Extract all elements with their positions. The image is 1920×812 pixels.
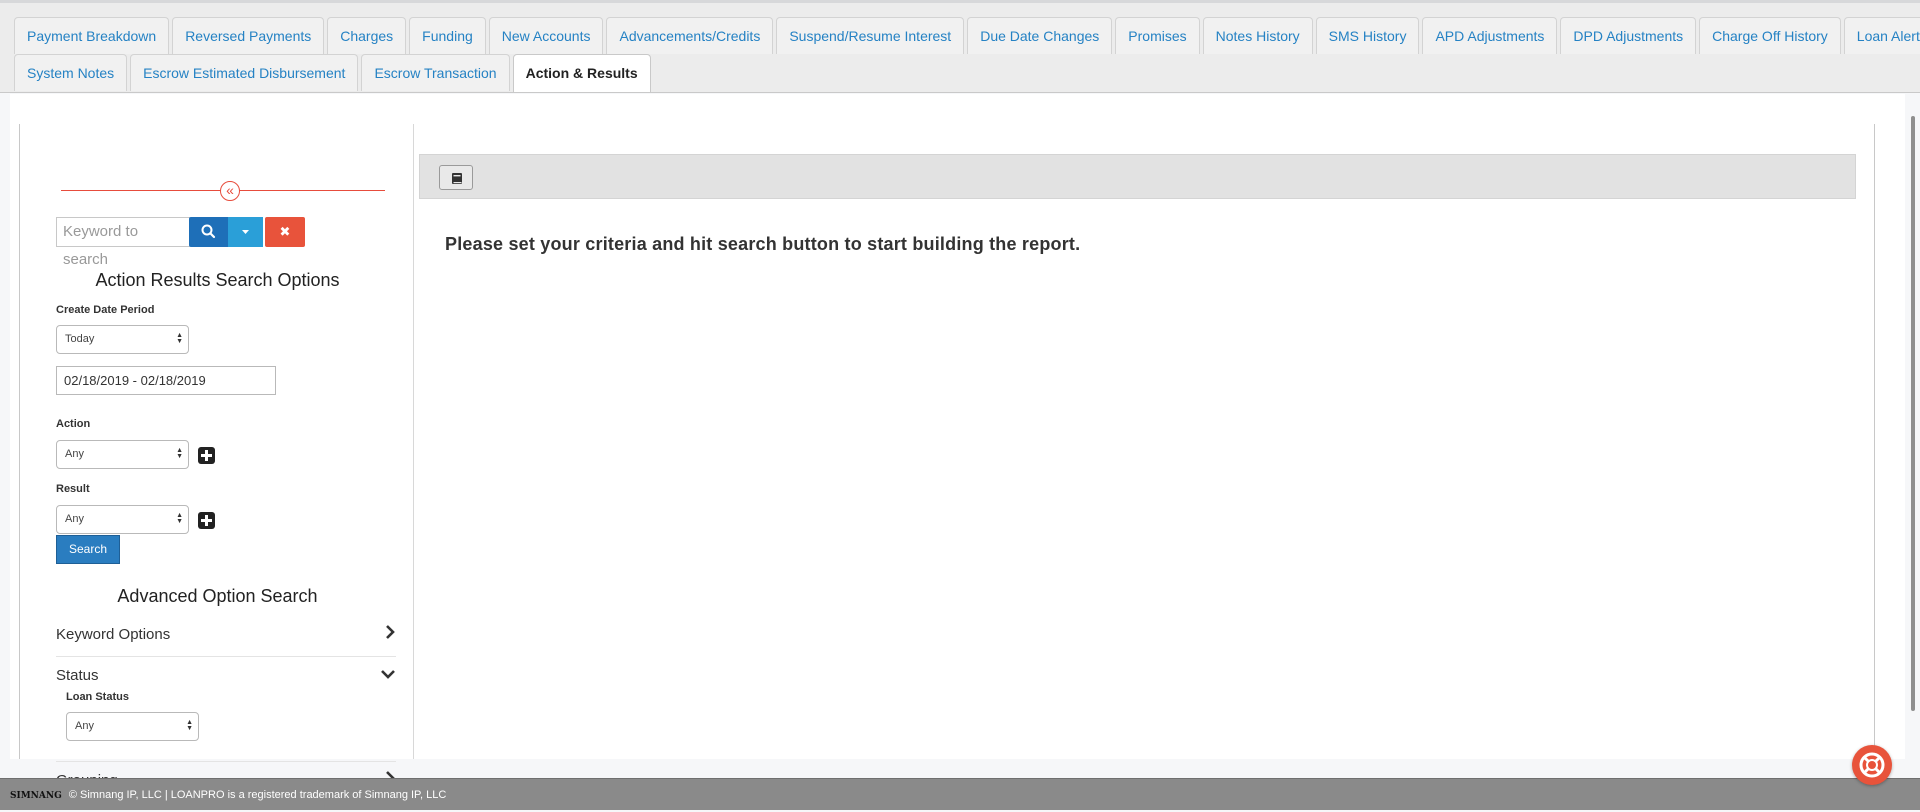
tab-loan-alerts[interactable]: Loan Alerts: [1843, 17, 1920, 54]
tab-apd-adjustments[interactable]: APD Adjustments: [1422, 17, 1558, 54]
plus-icon: [201, 515, 212, 526]
tab-escrow-transaction[interactable]: Escrow Transaction: [361, 54, 510, 91]
keyword-options-toggle[interactable]: Keyword Options: [56, 624, 396, 644]
add-action-button[interactable]: [198, 447, 215, 464]
create-date-period-value: Today: [65, 333, 95, 345]
result-select[interactable]: Any ▲ ▼: [56, 505, 189, 534]
copyright-text: © Simnang IP, LLC | LOANPRO is a registe…: [68, 789, 447, 801]
tab-due-date-changes[interactable]: Due Date Changes: [967, 17, 1113, 54]
keyword-options-label: Keyword Options: [56, 626, 171, 643]
page-scrollbar[interactable]: [1911, 116, 1915, 711]
tab-action-results[interactable]: Action & Results: [512, 54, 651, 92]
status-label: Status: [56, 667, 99, 684]
tab-charge-off-history[interactable]: Charge Off History: [1699, 17, 1841, 54]
search-options-title: Action Results Search Options: [95, 270, 340, 290]
chevron-right-icon: [384, 624, 396, 644]
divider: [56, 656, 396, 657]
divider: [56, 761, 396, 762]
result-value: Any: [65, 513, 84, 525]
tab-row-2: System Notes Escrow Estimated Disbursemen…: [14, 54, 1920, 92]
search-button[interactable]: Search: [56, 535, 120, 564]
tab-sms-history[interactable]: SMS History: [1315, 17, 1420, 54]
simnang-logo: SIMNANG: [10, 791, 62, 801]
action-select[interactable]: Any ▲ ▼: [56, 440, 189, 469]
loan-status-select[interactable]: Any ▲ ▼: [66, 712, 199, 741]
close-icon: ✖: [279, 224, 291, 239]
chevron-down-icon: [380, 667, 396, 684]
keyword-search-button[interactable]: [189, 217, 229, 247]
footer: SIMNANG © Simnang IP, LLC | LOANPRO is a…: [0, 778, 1920, 810]
status-toggle[interactable]: Status: [56, 667, 396, 684]
tab-promises[interactable]: Promises: [1115, 17, 1200, 54]
create-date-period-select[interactable]: Today ▲ ▼: [56, 325, 189, 354]
help-button[interactable]: [1852, 745, 1892, 785]
loan-status-value: Any: [75, 720, 94, 732]
select-arrows-icon: ▲ ▼: [186, 719, 193, 732]
tab-row-1: Payment Breakdown Reversed Payments Charge…: [14, 17, 1920, 54]
select-arrows-icon: ▲ ▼: [176, 332, 183, 345]
result-label: Result: [56, 483, 90, 495]
search-options-panel: « Keyword to search ✖ Action Results Sea…: [19, 124, 414, 789]
action-value: Any: [65, 448, 84, 460]
clear-search-button[interactable]: ✖: [265, 217, 305, 247]
tab-payment-breakdown[interactable]: Payment Breakdown: [14, 17, 170, 54]
collapse-panel-button[interactable]: «: [220, 181, 240, 201]
loan-status-label: Loan Status: [66, 691, 129, 703]
lifebuoy-icon: [1859, 752, 1885, 778]
select-arrows-icon: ▲ ▼: [176, 447, 183, 460]
tab-system-notes[interactable]: System Notes: [14, 54, 128, 91]
tab-suspend-resume-interest[interactable]: Suspend/Resume Interest: [776, 17, 965, 54]
tab-escrow-estimated-disbursement[interactable]: Escrow Estimated Disbursement: [130, 54, 359, 91]
create-date-label: Create Date Period: [56, 304, 155, 316]
keyword-search-input[interactable]: Keyword to search: [56, 217, 190, 268]
book-icon: [452, 173, 462, 184]
tab-notes-history[interactable]: Notes History: [1202, 17, 1313, 54]
tab-reversed-payments[interactable]: Reversed Payments: [172, 17, 325, 54]
tab-new-accounts[interactable]: New Accounts: [488, 17, 604, 54]
advanced-search-title: Advanced Option Search: [117, 586, 318, 606]
report-options-button[interactable]: [439, 165, 473, 190]
plus-icon: [201, 450, 212, 461]
report-toolbar: [419, 154, 1856, 199]
content-right-border: [1874, 124, 1875, 759]
tab-advancements-credits[interactable]: Advancements/Credits: [606, 17, 774, 54]
tab-funding[interactable]: Funding: [409, 17, 486, 54]
caret-down-icon: [242, 230, 249, 234]
select-arrows-icon: ▲ ▼: [176, 512, 183, 525]
add-result-button[interactable]: [198, 512, 215, 529]
search-mode-dropdown[interactable]: [228, 217, 263, 247]
empty-report-message: Please set your criteria and hit search …: [445, 234, 1081, 254]
action-label: Action: [56, 418, 91, 430]
tab-charges[interactable]: Charges: [327, 17, 407, 54]
search-icon: [201, 224, 216, 239]
tab-dpd-adjustments[interactable]: DPD Adjustments: [1560, 17, 1697, 54]
report-tab-bar: Payment Breakdown Reversed Payments Charge…: [0, 3, 1920, 93]
date-range-input[interactable]: 02/18/2019 - 02/18/2019: [56, 366, 276, 395]
report-content: « Keyword to search ✖ Action Results Sea…: [10, 94, 1905, 789]
